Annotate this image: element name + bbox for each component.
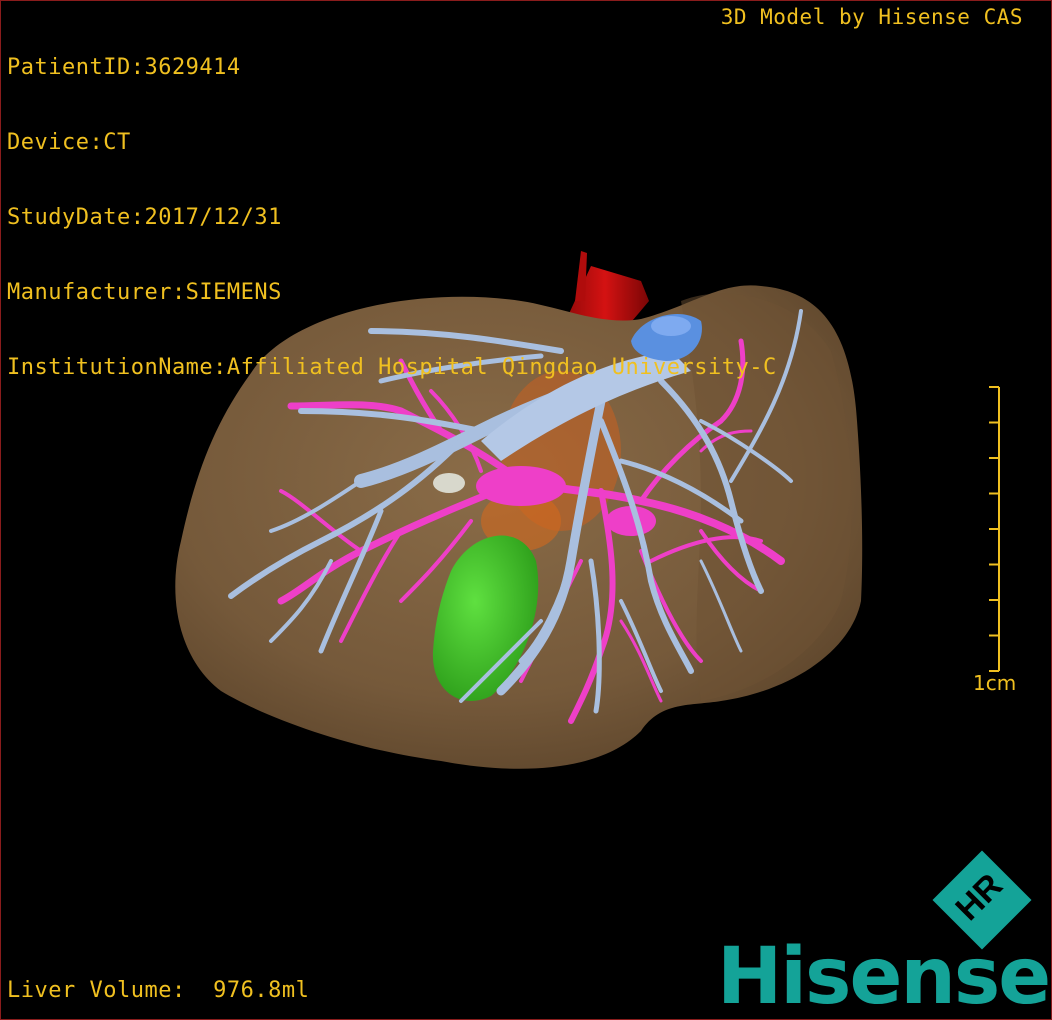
- 3d-viewport[interactable]: PatientID:3629414 Device:CT StudyDate:20…: [0, 0, 1052, 1020]
- scale-label: 1cm: [973, 671, 1017, 695]
- hepatic-vein-confluence: [476, 466, 566, 506]
- device: Device:CT: [7, 130, 131, 155]
- hisense-logo-text: Hisense: [717, 932, 1051, 1020]
- study-date: StudyDate:2017/12/31: [7, 205, 282, 230]
- manufacturer: Manufacturer:SIEMENS: [7, 280, 282, 305]
- institution-name: InstitutionName:Affiliated Hospital Qing…: [7, 355, 777, 380]
- patient-id: PatientID:3629414: [7, 55, 241, 80]
- scale-bar: [989, 386, 1000, 672]
- patient-info-block: PatientID:3629414 Device:CT StudyDate:20…: [7, 5, 777, 430]
- white-structure: [433, 473, 465, 493]
- liver-volume-readout: Liver Volume: 976.8ml: [7, 978, 310, 1003]
- model-credit: 3D Model by Hisense CAS: [720, 5, 1023, 29]
